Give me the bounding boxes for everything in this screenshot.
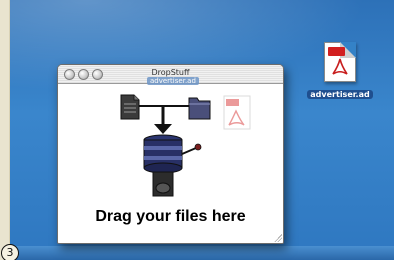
down-arrow-icon [154, 124, 172, 134]
document-icon [120, 94, 140, 120]
folder-icon [188, 97, 211, 120]
drop-zone[interactable]: Drag your files here [58, 84, 283, 243]
dragged-file-label: advertiser.ad [147, 77, 199, 85]
dropstuff-window[interactable]: DropStuff Drag your files here [57, 64, 284, 244]
compactor-icon [143, 134, 202, 197]
screenshot: advertiser.ad DropStuff Drag your files … [0, 0, 394, 260]
annotation-number: 3 [1, 244, 19, 260]
pdf-document-icon [324, 42, 356, 82]
resize-grip-icon[interactable] [274, 234, 282, 242]
dock-edge [10, 246, 394, 260]
compression-illustration [120, 94, 251, 197]
drop-prompt: Drag your files here [95, 208, 246, 225]
window-title: DropStuff [151, 68, 190, 77]
desktop-file-advertiser[interactable]: advertiser.ad [301, 42, 379, 101]
desktop-file-label: advertiser.ad [307, 90, 373, 99]
dragged-pdf-icon [223, 95, 251, 130]
